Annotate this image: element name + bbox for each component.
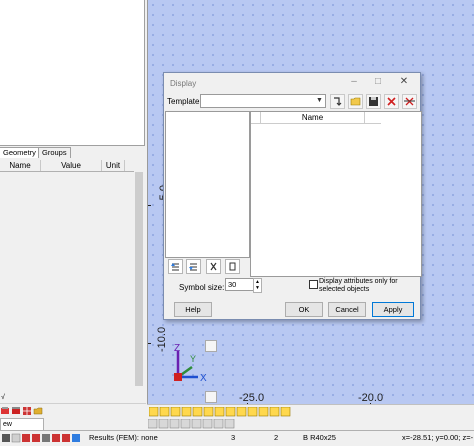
attribute-display-table[interactable]: Name (250, 111, 422, 277)
column-header-name[interactable]: Name (261, 112, 365, 123)
layer-icon[interactable] (0, 406, 10, 416)
scrollbar-thumb[interactable] (135, 172, 143, 386)
move-up-icon (171, 263, 179, 271)
status-icons[interactable] (2, 433, 82, 443)
help-button[interactable]: Help (174, 302, 212, 317)
check-mark-icon: √ (1, 394, 5, 401)
delete-template-button[interactable] (384, 94, 399, 109)
triad-x-label: X (200, 373, 207, 384)
display-attrs-label: Display attributes only for selected obj… (319, 278, 398, 293)
section-status: B R40x25 (303, 433, 336, 442)
template-select[interactable]: ▼ (200, 94, 326, 108)
axis-triad: Z Y X (174, 343, 207, 384)
close-icon[interactable]: ✕ (398, 76, 410, 88)
list-tools (165, 256, 248, 275)
view-toolbar (147, 404, 474, 419)
axis-tick (148, 205, 151, 206)
filter-button[interactable] (225, 259, 240, 274)
attribute-table-header: Name Value Unit (0, 160, 136, 172)
object-tree-panel[interactable] (0, 0, 145, 146)
triad-z-label: Z (174, 343, 180, 354)
delete-icon (387, 97, 396, 106)
axis-tick (148, 343, 151, 344)
axis-label-minus-25: -25.0 (239, 392, 265, 404)
left-toolbar (0, 403, 146, 418)
status-bar: Results (FEM): none 3 2 B R40x25 x=-28.5… (0, 430, 474, 446)
cancel-button[interactable]: Cancel (328, 302, 366, 317)
view-toolbar-icons[interactable] (149, 407, 309, 417)
filter-icon (229, 262, 236, 271)
arrow-icon (334, 97, 342, 106)
attribute-table-body[interactable] (0, 172, 134, 394)
save-icon (369, 97, 378, 106)
left-panel-tabs: Geometry Groups (0, 147, 144, 158)
column-header-value[interactable]: Value (41, 160, 102, 171)
symbol-size-label: Symbol size: (179, 283, 225, 292)
left-panel-gap: √ (0, 394, 146, 403)
secondary-bar: ew (0, 418, 474, 431)
row-header-cell (251, 112, 261, 123)
delete-all-button[interactable] (402, 94, 417, 109)
minimize-icon[interactable]: – (348, 76, 360, 88)
folder-icon (350, 97, 361, 106)
display-attrs-checkbox[interactable] (309, 280, 318, 289)
remove-button[interactable] (206, 259, 221, 274)
ok-button[interactable]: OK (285, 302, 323, 317)
display-dialog: Display – □ ✕ Template: ▼ Name Symbol si… (163, 72, 422, 320)
tab-geometry[interactable]: Geometry (0, 147, 40, 158)
triad-y-label: Y (190, 354, 196, 364)
symbol-size-input[interactable]: 30 (225, 278, 255, 291)
status-number-1: 3 (231, 433, 236, 442)
folder-icon[interactable] (33, 406, 43, 416)
table-icon[interactable] (22, 406, 32, 416)
remove-icon (210, 262, 217, 271)
load-template-button[interactable] (330, 94, 345, 109)
symbol-size-spinner[interactable]: ▲ ▼ (253, 278, 262, 293)
apply-button[interactable]: Apply (372, 302, 414, 317)
move-up-button[interactable] (168, 259, 183, 274)
results-status: Results (FEM): none (89, 433, 158, 442)
template-label: Template: (167, 97, 202, 106)
save-template-button[interactable] (366, 94, 381, 109)
open-template-button[interactable] (348, 94, 363, 109)
view-corner-button[interactable] (205, 391, 217, 403)
column-header-name[interactable]: Name (0, 160, 41, 171)
status-number-2: 2 (274, 433, 279, 442)
maximize-icon[interactable]: □ (372, 76, 384, 88)
column-header-unit[interactable]: Unit (102, 160, 125, 171)
move-down-icon (189, 263, 197, 271)
coordinates-status: x=-28.51; y=0.00; z=- (402, 433, 474, 442)
move-down-button[interactable] (186, 259, 201, 274)
attribute-list[interactable] (165, 111, 250, 258)
delete-all-icon (404, 97, 415, 106)
lower-toolbar-icons[interactable] (148, 419, 328, 429)
tab-groups[interactable]: Groups (38, 147, 71, 158)
table-header: Name (251, 112, 381, 124)
chevron-down-icon[interactable]: ▼ (315, 96, 324, 106)
delete-layer-icon[interactable] (11, 406, 21, 416)
dialog-title: Display (170, 79, 197, 88)
